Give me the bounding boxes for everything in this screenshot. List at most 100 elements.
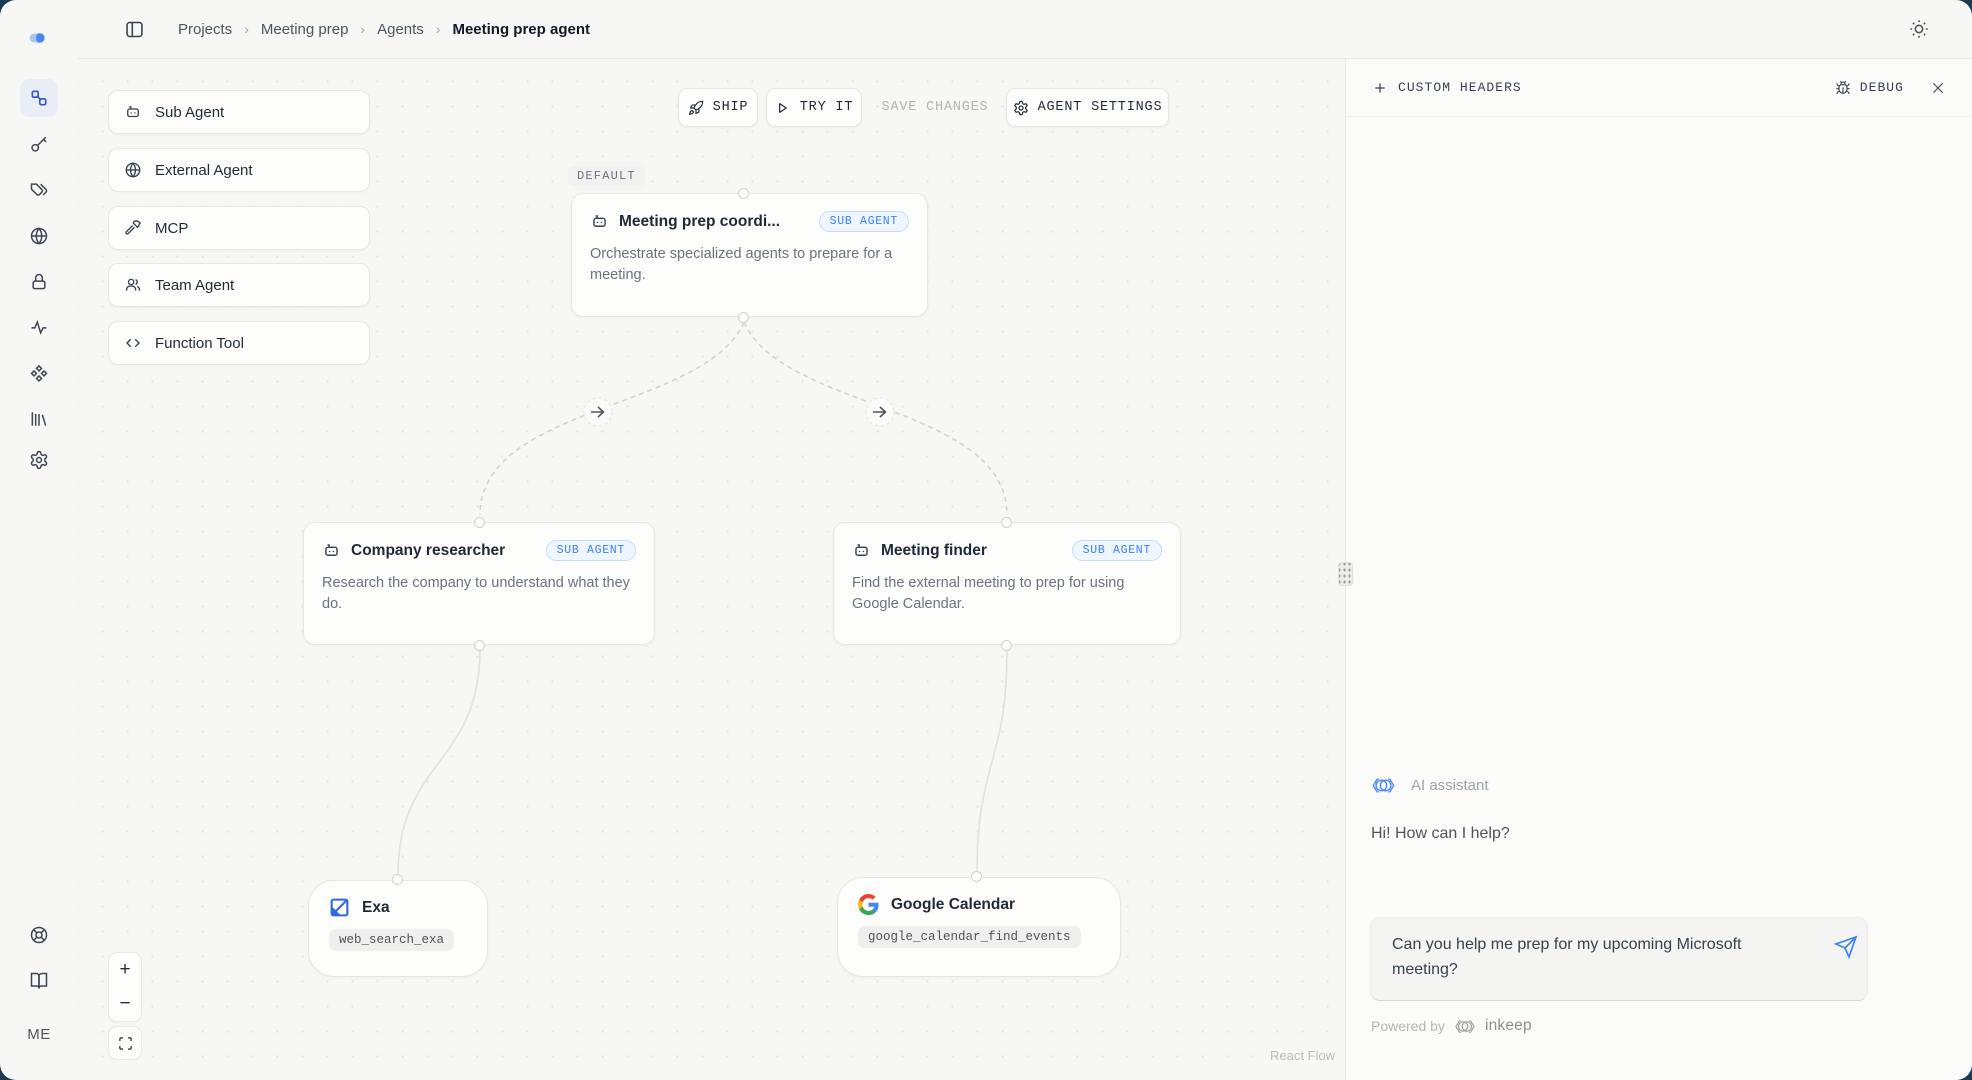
node-exa-tool[interactable]: Exa web_search_exa	[308, 880, 488, 977]
topbar: Projects › Meeting prep › Agents › Meeti…	[78, 0, 1972, 59]
handle-coordinator-bottom[interactable]	[738, 312, 749, 323]
palette-item-function-tool[interactable]: Function Tool	[108, 321, 370, 365]
debug-button[interactable]: DEBUG	[1835, 80, 1904, 96]
handle-researcher-bottom[interactable]	[474, 640, 485, 651]
handle-coordinator-top[interactable]	[738, 188, 749, 199]
palette-item-external-agent[interactable]: External Agent	[108, 148, 370, 192]
palette-item-label: External Agent	[155, 162, 253, 179]
breadcrumb-projects[interactable]: Projects	[178, 21, 232, 38]
node-description: Find the external meeting to prep for us…	[852, 573, 1162, 615]
powered-by-label: Powered by	[1371, 1018, 1445, 1034]
node-title: Company researcher	[351, 542, 505, 560]
breadcrumb-project[interactable]: Meeting prep	[261, 21, 349, 38]
palette-item-label: Team Agent	[155, 277, 234, 294]
ship-label: SHIP	[713, 100, 749, 115]
gear-icon	[1013, 100, 1029, 116]
handle-researcher-top[interactable]	[474, 517, 485, 528]
hammer-icon	[124, 219, 142, 237]
bot-icon	[590, 212, 609, 231]
agent-settings-label: AGENT SETTINGS	[1038, 100, 1163, 115]
node-meeting-finder[interactable]: Meeting finder SUB AGENT Find the extern…	[833, 522, 1181, 645]
add-custom-headers-button[interactable]: CUSTOM HEADERS	[1372, 80, 1522, 96]
debug-label: DEBUG	[1860, 80, 1904, 95]
close-panel-button[interactable]	[1930, 80, 1946, 96]
sidebar-item-components[interactable]	[20, 354, 58, 392]
breadcrumb-agents[interactable]: Agents	[377, 21, 424, 38]
workflow-icon	[29, 88, 49, 108]
chat-assistant-header: AI assistant	[1370, 777, 1489, 794]
code-icon	[124, 334, 142, 352]
sub-agent-badge: SUB AGENT	[1072, 540, 1162, 561]
sidebar-item-graph[interactable]	[20, 79, 58, 117]
palette-item-mcp[interactable]: MCP	[108, 206, 370, 250]
sidebar-item-settings[interactable]	[20, 441, 58, 479]
node-description: Orchestrate specialized agents to prepar…	[590, 244, 909, 286]
ship-button[interactable]: SHIP	[678, 88, 758, 127]
breadcrumb-separator: ›	[244, 21, 249, 37]
reactflow-attribution[interactable]: React Flow	[1225, 1048, 1335, 1063]
sidebar-item-credentials[interactable]	[20, 263, 58, 301]
panel-resize-handle[interactable]	[1338, 562, 1353, 586]
tool-title: Exa	[362, 899, 390, 917]
settings-icon	[29, 450, 49, 470]
sidebar-item-library[interactable]	[20, 400, 58, 438]
custom-headers-label: CUSTOM HEADERS	[1398, 80, 1522, 95]
agent-settings-button[interactable]: AGENT SETTINGS	[1006, 88, 1169, 127]
sidebar-item-globe[interactable]	[20, 217, 58, 255]
fit-view-icon	[118, 1036, 133, 1051]
save-changes-button[interactable]: SAVE CHANGES	[872, 88, 998, 127]
component-icon	[29, 363, 49, 383]
activity-icon	[29, 317, 49, 337]
assistant-name: AI assistant	[1411, 777, 1489, 794]
right-panel-header: CUSTOM HEADERS DEBUG	[1346, 59, 1972, 117]
app-window: ME Projects › Meeting prep › Agents › Me…	[0, 0, 1972, 1080]
node-google-calendar-tool[interactable]: Google Calendar google_calendar_find_eve…	[837, 877, 1121, 977]
handle-calendar-top[interactable]	[971, 871, 982, 882]
google-logo-icon	[858, 894, 879, 915]
palette-item-team-agent[interactable]: Team Agent	[108, 263, 370, 307]
bot-icon	[322, 541, 341, 560]
node-title: Meeting finder	[881, 542, 987, 560]
user-avatar[interactable]: ME	[20, 1026, 58, 1043]
users-icon	[124, 276, 142, 294]
default-agent-chip: DEFAULT	[568, 166, 645, 186]
sidebar-item-tags[interactable]	[20, 171, 58, 209]
powered-by[interactable]: Powered by inkeep	[1371, 1017, 1532, 1035]
tool-title: Google Calendar	[891, 896, 1015, 914]
bot-icon	[852, 541, 871, 560]
node-meeting-prep-coordinator[interactable]: Meeting prep coordi... SUB AGENT Orchest…	[571, 193, 928, 317]
handle-exa-top[interactable]	[392, 874, 403, 885]
rocket-icon	[688, 100, 704, 116]
icon-sidebar: ME	[0, 0, 78, 1080]
fit-view-button[interactable]	[108, 1026, 142, 1060]
lifebuoy-icon	[29, 925, 49, 945]
panel-left-icon	[124, 19, 145, 40]
sidebar-toggle-button[interactable]	[122, 17, 146, 41]
close-icon	[1930, 80, 1946, 96]
handle-finder-top[interactable]	[1001, 517, 1012, 528]
exa-logo-icon	[329, 897, 350, 918]
lock-icon	[29, 272, 49, 292]
send-icon	[1834, 935, 1858, 959]
sidebar-item-docs[interactable]	[20, 962, 58, 1000]
sidebar-item-help[interactable]	[20, 916, 58, 954]
handle-finder-bottom[interactable]	[1001, 640, 1012, 651]
palette-item-sub-agent[interactable]: Sub Agent	[108, 90, 370, 134]
breadcrumb-current-agent: Meeting prep agent	[452, 21, 590, 38]
sun-icon	[1908, 18, 1930, 40]
chat-input[interactable]: Can you help me prep for my upcoming Mic…	[1370, 917, 1868, 1001]
sidebar-item-activity[interactable]	[20, 308, 58, 346]
send-button[interactable]	[1834, 935, 1858, 959]
try-it-button[interactable]: TRY IT	[766, 88, 862, 127]
theme-toggle-button[interactable]	[1908, 18, 1930, 40]
assistant-greeting: Hi! How can I help?	[1371, 825, 1510, 843]
zoom-out-button[interactable]: −	[109, 987, 141, 1021]
try-it-label: TRY IT	[800, 100, 853, 115]
save-changes-label: SAVE CHANGES	[882, 100, 989, 115]
zoom-in-button[interactable]: +	[109, 953, 141, 987]
node-company-researcher[interactable]: Company researcher SUB AGENT Research th…	[303, 522, 655, 645]
breadcrumb: Projects › Meeting prep › Agents › Meeti…	[178, 21, 590, 38]
book-icon	[29, 971, 49, 991]
sidebar-item-keys[interactable]	[20, 125, 58, 163]
library-icon	[29, 409, 49, 429]
